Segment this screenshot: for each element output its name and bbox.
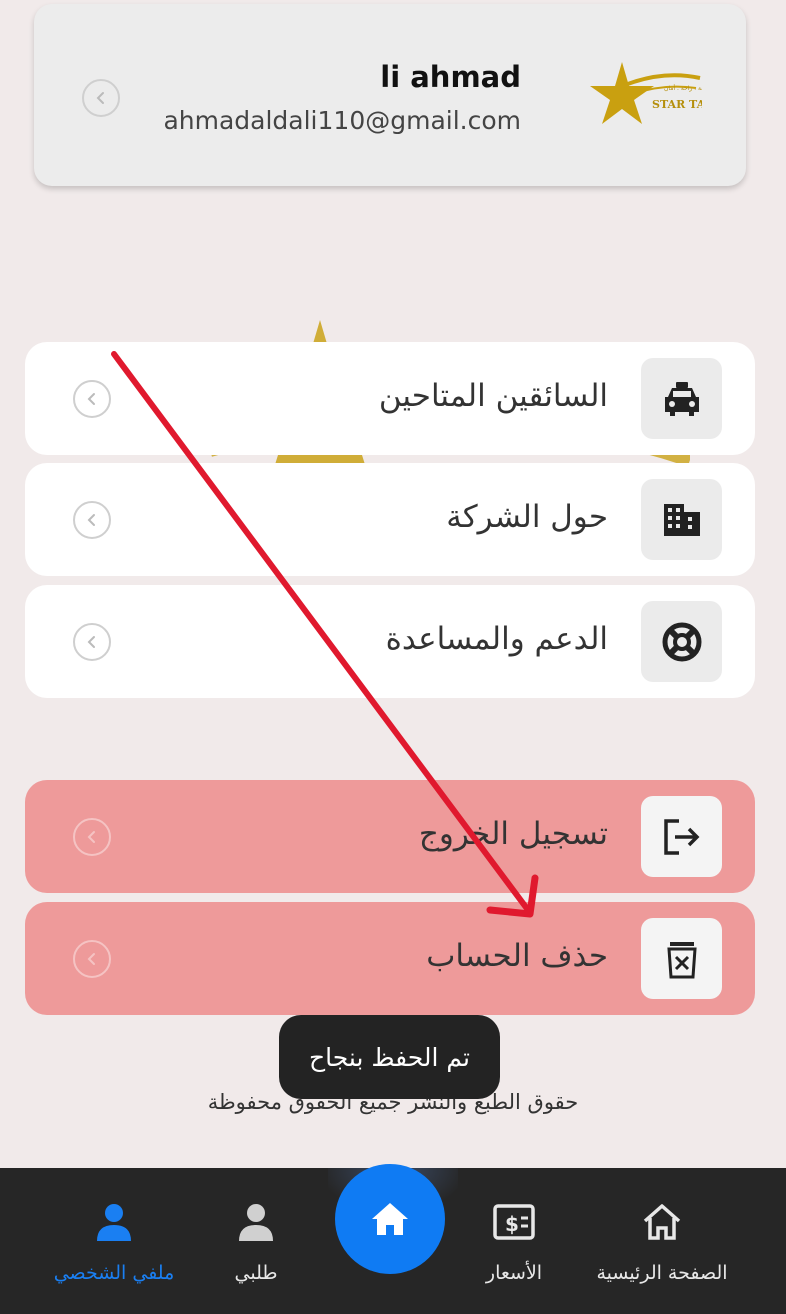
logo-tagline: سرعة . راحة . أمان	[664, 84, 702, 92]
nav-label: الأسعار	[485, 1262, 543, 1284]
home-outline-icon	[640, 1200, 684, 1244]
nav-label: طلبي	[234, 1262, 278, 1284]
chevron-left-icon[interactable]	[73, 380, 111, 418]
nav-label: الصفحة الرئيسية	[596, 1262, 728, 1284]
chevron-left-icon[interactable]	[82, 79, 120, 117]
nav-label: ملفي الشخصي	[53, 1262, 175, 1284]
profile-email: ahmadaldali110@gmail.com	[163, 106, 521, 135]
menu-item-label: السائقين المتاحين	[378, 378, 608, 414]
menu-item-support[interactable]: الدعم والمساعدة	[25, 585, 755, 698]
menu-item-label: الدعم والمساعدة	[385, 621, 608, 657]
nav-item-home[interactable]: الصفحة الرئيسية	[588, 1200, 736, 1300]
menu-item-about-company[interactable]: حول الشركة	[25, 463, 755, 576]
menu-item-logout[interactable]: تسجيل الخروج	[25, 780, 755, 893]
lifebuoy-icon	[641, 601, 722, 682]
home-fab-button[interactable]	[335, 1164, 445, 1274]
delete-icon	[641, 918, 722, 999]
profile-card[interactable]: STAR TAXI سرعة . راحة . أمان li ahmad ah…	[34, 4, 746, 186]
nav-item-prices[interactable]: $ الأسعار	[474, 1200, 554, 1300]
menu-item-label: حذف الحساب	[426, 938, 608, 974]
person-icon	[234, 1200, 278, 1244]
menu-item-delete-account[interactable]: حذف الحساب	[25, 902, 755, 1015]
person-icon	[92, 1200, 136, 1244]
nav-item-my-profile[interactable]: ملفي الشخصي	[40, 1200, 188, 1300]
logo-text: STAR TAXI	[652, 98, 702, 111]
taxi-icon	[641, 358, 722, 439]
home-icon	[372, 1203, 408, 1235]
price-icon: $	[492, 1200, 536, 1244]
chevron-left-icon[interactable]	[73, 818, 111, 856]
star-taxi-logo: STAR TAXI سرعة . راحة . أمان	[584, 58, 719, 132]
menu-item-label: تسجيل الخروج	[418, 816, 608, 852]
nav-item-my-order[interactable]: طلبي	[220, 1200, 292, 1300]
toast-message: تم الحفظ بنجاح	[279, 1015, 500, 1099]
building-icon	[641, 479, 722, 560]
chevron-left-icon[interactable]	[73, 940, 111, 978]
menu-item-available-drivers[interactable]: السائقين المتاحين	[25, 342, 755, 455]
svg-text:$: $	[505, 1212, 519, 1236]
chevron-left-icon[interactable]	[73, 623, 111, 661]
chevron-left-icon[interactable]	[73, 501, 111, 539]
logout-icon	[641, 796, 722, 877]
menu-item-label: حول الشركة	[446, 499, 608, 535]
profile-name: li ahmad	[380, 60, 521, 94]
